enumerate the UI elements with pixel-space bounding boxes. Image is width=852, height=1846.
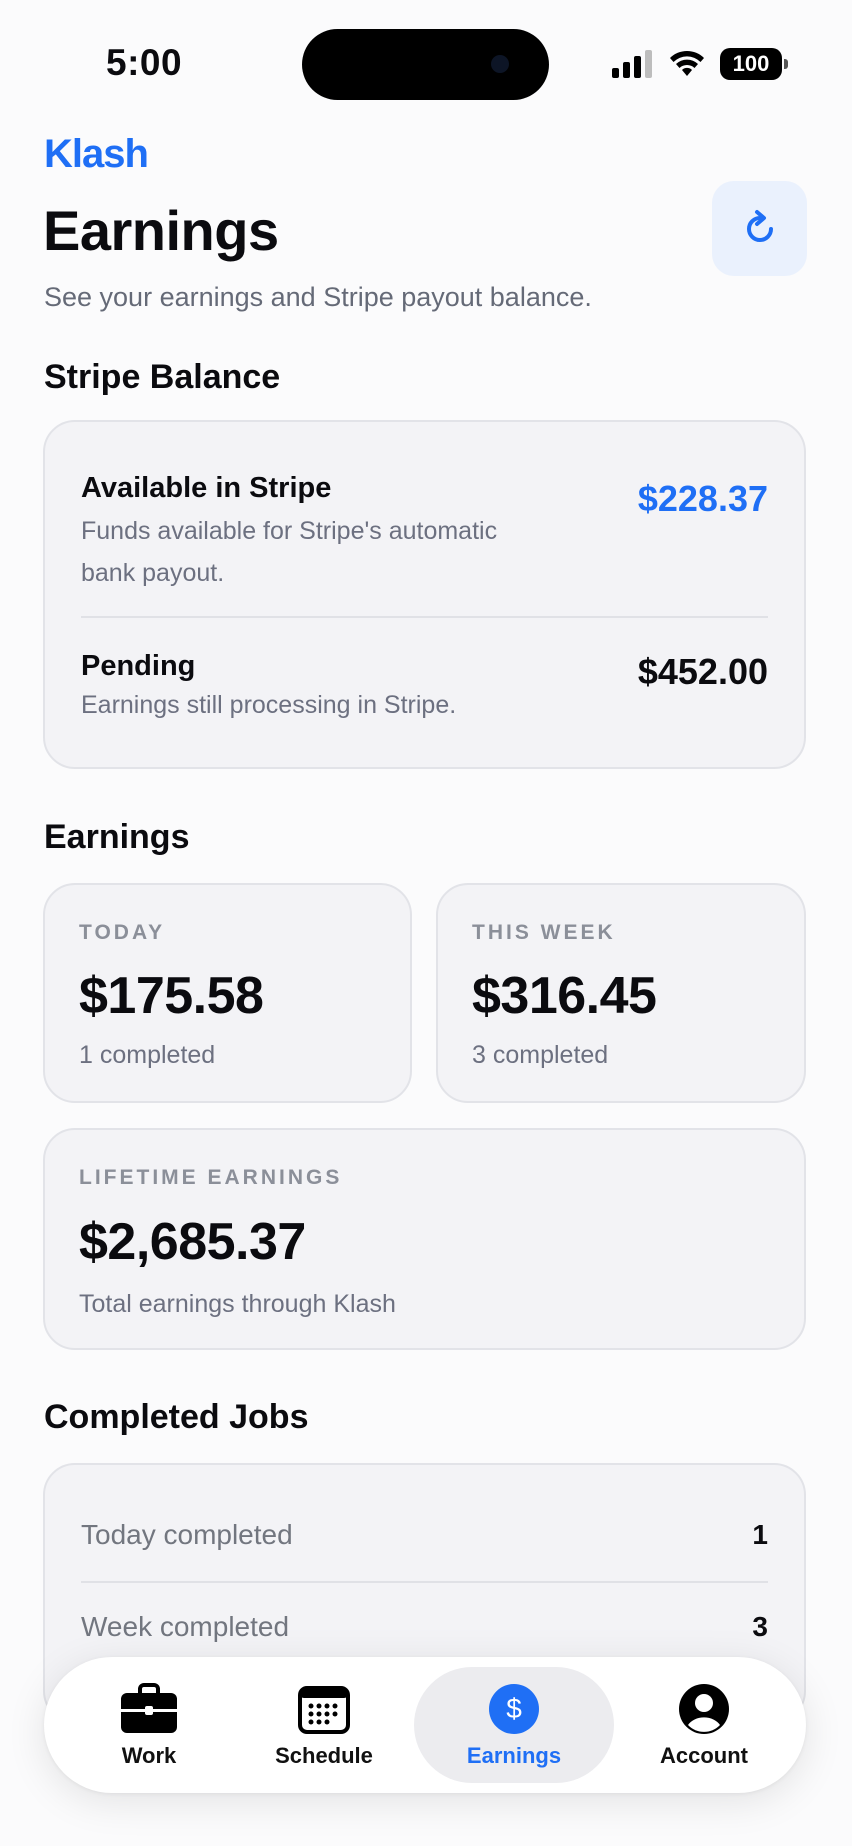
available-desc-line1: Funds available for Stripe's automatic [81,517,498,545]
refresh-button[interactable] [712,181,807,276]
list-item-label: Today completed [81,1519,293,1550]
page-title: Earnings [43,199,279,262]
brand-logo: Klash [44,132,149,176]
tab-account[interactable]: Account [624,1657,784,1793]
week-amount: $316.45 [472,967,657,1025]
tab-label: Account [660,1743,748,1768]
tab-label: Work [121,1743,177,1768]
divider [81,1581,768,1583]
divider [81,616,768,618]
available-desc-line2: bank payout. [81,559,225,587]
earnings-section-title: Earnings [44,818,190,856]
dollar-icon: $ [484,1681,544,1737]
lifetime-label: LIFETIME EARNINGS [79,1166,343,1189]
page-subtitle: See your earnings and Stripe payout bala… [44,282,592,312]
account-icon [674,1681,734,1737]
today-meta: 1 completed [79,1041,216,1069]
wifi-icon [670,50,704,76]
tab-schedule[interactable]: Schedule [239,1657,409,1793]
week-earnings-card: THIS WEEK $316.45 3 completed [436,883,806,1103]
completed-jobs-title: Completed Jobs [44,1398,309,1436]
today-earnings-card: TODAY $175.58 1 completed [43,883,412,1103]
battery-indicator: 100 [720,48,788,80]
dynamic-island [302,29,549,100]
pending-amount: $452.00 [637,651,768,692]
svg-text:$: $ [506,1693,522,1724]
tab-bar: Work Schedule $ Earnings Account [44,1657,806,1793]
pending-title: Pending [81,650,196,682]
refresh-icon [746,209,773,242]
today-amount: $175.58 [79,967,264,1025]
camera-dot [491,55,509,73]
signal-icon [612,50,652,78]
briefcase-icon [119,1681,179,1737]
today-label: TODAY [79,921,166,944]
stripe-balance-card: Available in Stripe Funds available for … [43,420,806,769]
list-item-count: 3 [752,1611,768,1642]
status-indicators: 100 [612,48,788,80]
status-time: 5:00 [106,42,183,83]
stripe-section-title: Stripe Balance [44,358,281,396]
lifetime-meta: Total earnings through Klash [79,1290,396,1318]
tab-earnings[interactable]: $ Earnings [414,1667,614,1783]
week-meta: 3 completed [472,1041,609,1069]
tab-label: Schedule [275,1743,373,1768]
pending-desc: Earnings still processing in Stripe. [81,691,457,719]
tab-work[interactable]: Work [74,1657,224,1793]
available-title: Available in Stripe [81,472,332,504]
status-bar: 5:00 100 [0,0,852,120]
week-label: THIS WEEK [472,921,616,944]
calendar-icon [294,1681,354,1737]
list-item-count: 1 [752,1519,768,1550]
lifetime-earnings-card: LIFETIME EARNINGS $2,685.37 Total earnin… [43,1128,806,1350]
tab-label: Earnings [466,1743,562,1768]
list-item-label: Week completed [81,1611,290,1642]
lifetime-amount: $2,685.37 [79,1213,306,1271]
available-amount: $228.37 [637,478,768,519]
